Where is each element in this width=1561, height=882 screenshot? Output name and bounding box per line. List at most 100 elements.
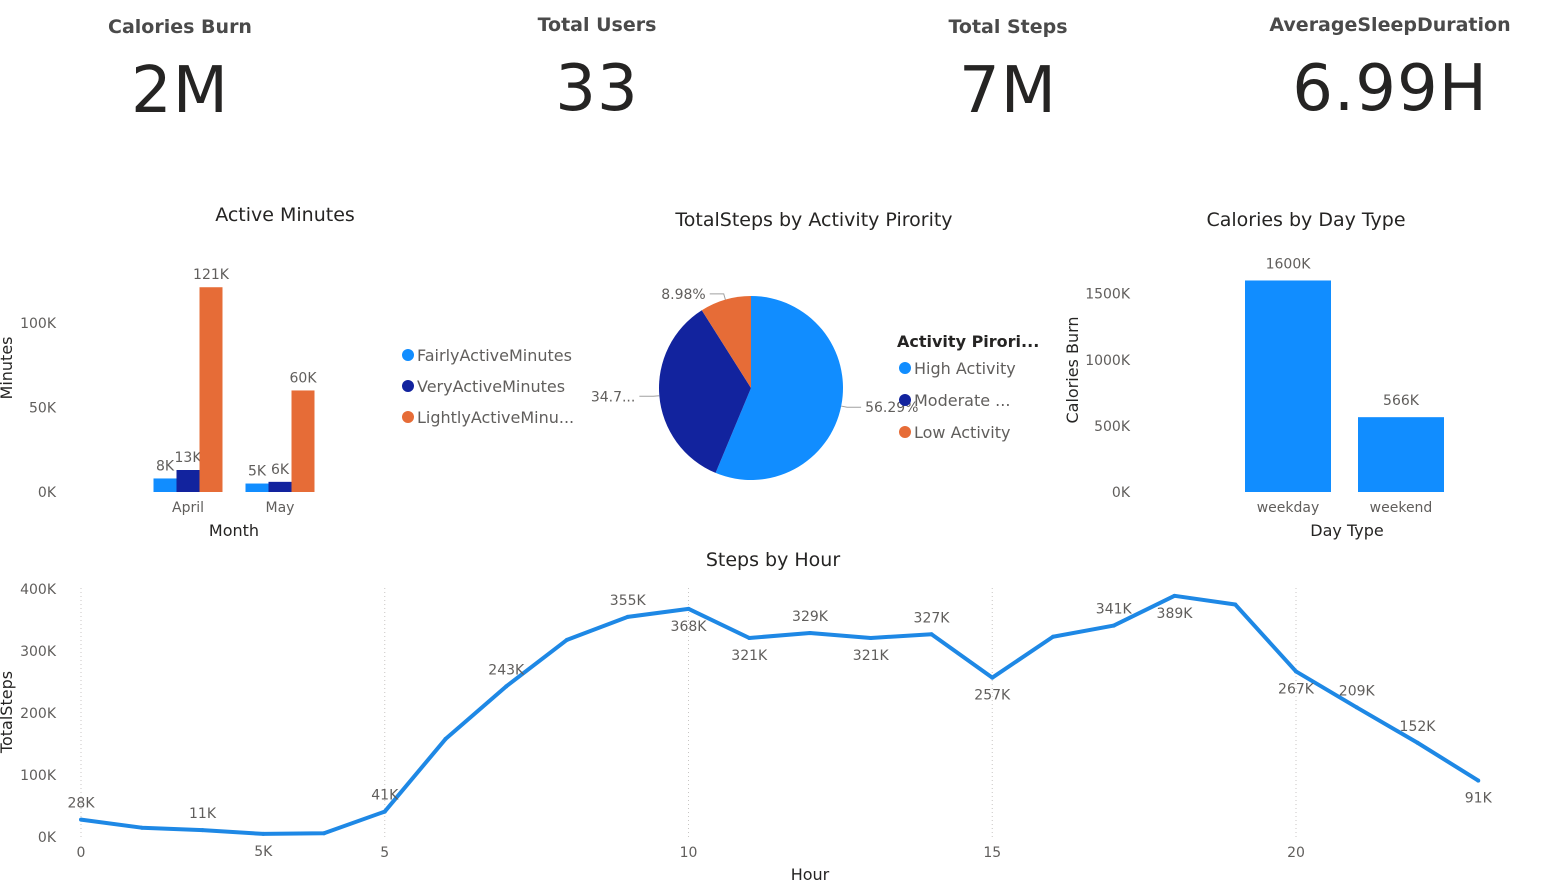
bar [268, 481, 292, 492]
data-label: 5K [254, 844, 273, 860]
legend-marker [899, 362, 911, 374]
y-axis-title: Minutes [0, 337, 16, 400]
data-label: 341K [1096, 602, 1133, 618]
data-point [990, 675, 995, 680]
bar [176, 470, 200, 492]
bar [245, 483, 269, 492]
data-point [868, 635, 873, 640]
y-tick-label: 50K [29, 400, 57, 416]
data-point [1415, 740, 1420, 745]
data-point [1051, 634, 1055, 639]
data-point [200, 828, 205, 833]
data-label: 566K [1383, 393, 1420, 409]
data-label: 209K [1339, 683, 1376, 699]
data-point [79, 817, 83, 822]
data-label: 8K [156, 458, 175, 474]
data-label: 267K [1278, 681, 1315, 697]
x-tick-label: 15 [983, 845, 1001, 861]
y-tick-label: 1000K [1085, 353, 1131, 369]
data-label: 355K [610, 593, 647, 609]
data-point [1172, 593, 1177, 598]
series-line [80, 593, 1480, 836]
data-point [929, 632, 934, 637]
data-label: 368K [671, 619, 708, 635]
data-label: 91K [1465, 791, 1493, 807]
y-tick-label: 400K [20, 582, 57, 598]
bar [291, 390, 315, 492]
data-point [322, 831, 326, 836]
legend-item: FairlyActiveMinutes [417, 346, 572, 365]
legend-item: Low Activity [914, 423, 1010, 442]
leader-line [841, 405, 862, 408]
legend-marker [899, 426, 911, 438]
y-tick-label: 100K [20, 316, 57, 332]
bar [153, 478, 177, 492]
data-label: 243K [488, 662, 525, 678]
chart-title: Calories by Day Type [1206, 209, 1405, 231]
x-tick-label: weekday [1257, 500, 1320, 516]
y-tick-label: 200K [20, 706, 57, 722]
legend-title: Activity Pirori... [897, 332, 1039, 351]
data-point [382, 809, 387, 814]
data-point [139, 825, 144, 830]
y-axis-title: Calories Burn [1063, 316, 1082, 423]
legend-marker [899, 394, 911, 406]
x-tick-label: April [172, 500, 204, 516]
active-minutes-chart[interactable]: Active Minutes Minutes Month 0K 50K 100K 8K… [0, 204, 574, 540]
chart-title: TotalSteps by Activity Pirority [674, 209, 952, 231]
x-axis-title: Month [209, 521, 259, 540]
calories-by-day-type-chart[interactable]: Calories by Day Type Calories Burn Day T… [1063, 209, 1444, 540]
data-label: 329K [792, 609, 829, 625]
data-label: 1600K [1266, 256, 1312, 272]
chart-title: Steps by Hour [706, 549, 840, 571]
x-tick-label: 5 [380, 845, 389, 861]
data-label: 389K [1157, 606, 1194, 622]
data-label: 11K [189, 806, 217, 822]
legend-item: High Activity [914, 359, 1016, 378]
steps-by-hour-chart[interactable]: Steps by Hour TotalSteps Hour 0K 100K 200K… [0, 549, 1493, 882]
y-axis-title: TotalSteps [0, 671, 16, 754]
charts-canvas: Active Minutes Minutes Month 0K50K100K8K… [0, 204, 1493, 882]
y-tick-label: 300K [20, 644, 57, 660]
legend-item: VeryActiveMinutes [417, 377, 565, 396]
x-axis-title: Hour [791, 865, 830, 882]
legend-marker [402, 380, 414, 392]
data-point [686, 606, 691, 611]
data-point [1354, 705, 1359, 710]
bar [1245, 280, 1331, 492]
data-label: 327K [914, 610, 951, 626]
data-label: 6K [271, 462, 290, 478]
leader-line [639, 395, 660, 397]
data-point [1111, 623, 1116, 628]
data-point [504, 684, 509, 689]
x-tick-label: 0 [77, 845, 86, 861]
data-label: 5K [248, 464, 267, 480]
y-tick-label: 0K [1112, 485, 1131, 501]
data-label: 60K [290, 370, 318, 386]
activity-priority-pie-chart[interactable]: TotalSteps by Activity Pirority Activity… [591, 209, 1039, 480]
data-label: 257K [974, 688, 1011, 704]
data-point [747, 635, 752, 640]
data-point [1233, 602, 1238, 607]
legend-item: LightlyActiveMinu... [417, 408, 574, 427]
data-point [625, 614, 630, 619]
x-tick-label: 20 [1287, 845, 1305, 861]
chart-title: Active Minutes [215, 204, 355, 226]
data-label: 321K [853, 648, 890, 664]
x-axis-title: Day Type [1310, 521, 1383, 540]
bar [199, 287, 223, 492]
data-point [261, 831, 266, 836]
x-tick-label: 10 [680, 845, 698, 861]
data-label: 8.98% [661, 287, 705, 303]
legend-marker [402, 349, 414, 361]
y-tick-label: 500K [1094, 419, 1131, 435]
legend-item: Moderate ... [914, 391, 1010, 410]
data-label: 13K [175, 450, 203, 466]
data-point [565, 637, 569, 642]
y-tick-label: 0K [38, 485, 57, 501]
y-tick-label: 100K [20, 768, 57, 784]
x-tick-label: May [266, 500, 295, 516]
leader-line [709, 293, 726, 300]
data-point [443, 737, 448, 742]
bar [1358, 417, 1444, 492]
